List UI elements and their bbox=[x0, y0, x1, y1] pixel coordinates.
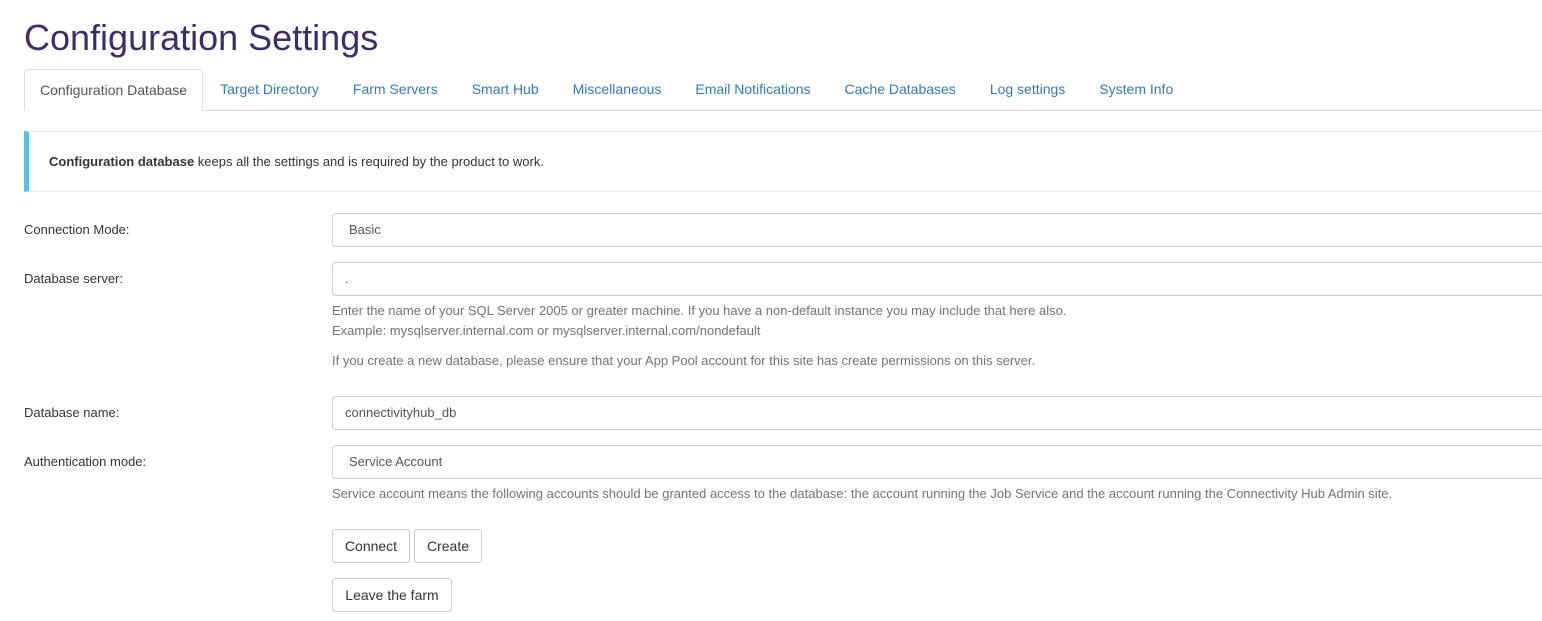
connection-mode-label: Connection Mode: bbox=[24, 222, 130, 237]
tab-farm-servers[interactable]: Farm Servers bbox=[336, 69, 455, 110]
tab-smart-hub[interactable]: Smart Hub bbox=[455, 69, 556, 110]
database-name-input[interactable]: connectivityhub_db bbox=[332, 396, 1542, 430]
settings-tabs: Configuration Database Target Directory … bbox=[24, 69, 1542, 111]
authentication-mode-help: Service account means the following acco… bbox=[332, 486, 1393, 501]
tab-cache-databases[interactable]: Cache Databases bbox=[828, 69, 973, 110]
connection-mode-select[interactable]: Basic bbox=[332, 213, 1542, 247]
database-server-label: Database server: bbox=[24, 271, 123, 286]
database-server-input[interactable]: . bbox=[332, 262, 1542, 296]
database-server-help-example: Example: mysqlserver.internal.com or mys… bbox=[332, 323, 761, 338]
tab-log-settings[interactable]: Log settings bbox=[973, 69, 1083, 110]
database-name-label: Database name: bbox=[24, 405, 120, 420]
tab-target-directory[interactable]: Target Directory bbox=[203, 69, 336, 110]
create-button[interactable]: Create bbox=[414, 529, 482, 563]
database-server-help-permissions: If you create a new database, please ens… bbox=[332, 353, 1036, 368]
info-callout: Configuration database keeps all the set… bbox=[24, 131, 1542, 192]
tab-system-info[interactable]: System Info bbox=[1082, 69, 1190, 110]
tab-miscellaneous[interactable]: Miscellaneous bbox=[556, 69, 679, 110]
authentication-mode-label: Authentication mode: bbox=[24, 454, 147, 469]
tab-configuration-database[interactable]: Configuration Database bbox=[24, 69, 204, 111]
authentication-mode-select[interactable]: Service Account bbox=[332, 445, 1542, 479]
page-title: Configuration Settings bbox=[24, 17, 379, 58]
configuration-settings-page: Configuration Settings Configuration Dat… bbox=[0, 0, 1542, 621]
callout-text: keeps all the settings and is required b… bbox=[194, 154, 544, 169]
callout-bold-text: Configuration database bbox=[49, 154, 195, 169]
tab-email-notifications[interactable]: Email Notifications bbox=[678, 69, 827, 110]
leave-the-farm-button[interactable]: Leave the farm bbox=[332, 578, 452, 612]
connect-button[interactable]: Connect bbox=[332, 529, 410, 563]
database-server-help-line1: Enter the name of your SQL Server 2005 o… bbox=[332, 303, 1067, 318]
